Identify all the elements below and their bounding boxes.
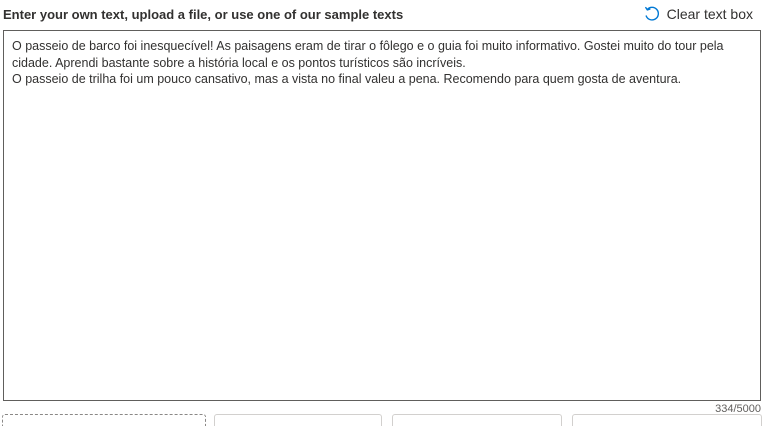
clear-text-box-button[interactable]: Clear text box <box>643 5 753 23</box>
sample-text-tab-4[interactable] <box>572 414 762 426</box>
undo-icon <box>643 5 661 23</box>
clear-text-box-label: Clear text box <box>666 6 753 22</box>
input-instructions-label: Enter your own text, upload a file, or u… <box>3 7 404 22</box>
text-input-area[interactable]: O passeio de barco foi inesquecível! As … <box>3 30 761 401</box>
sample-text-tab-1[interactable] <box>2 414 206 426</box>
sample-text-tab-3[interactable] <box>392 414 562 426</box>
sample-text-tab-2[interactable] <box>214 414 382 426</box>
